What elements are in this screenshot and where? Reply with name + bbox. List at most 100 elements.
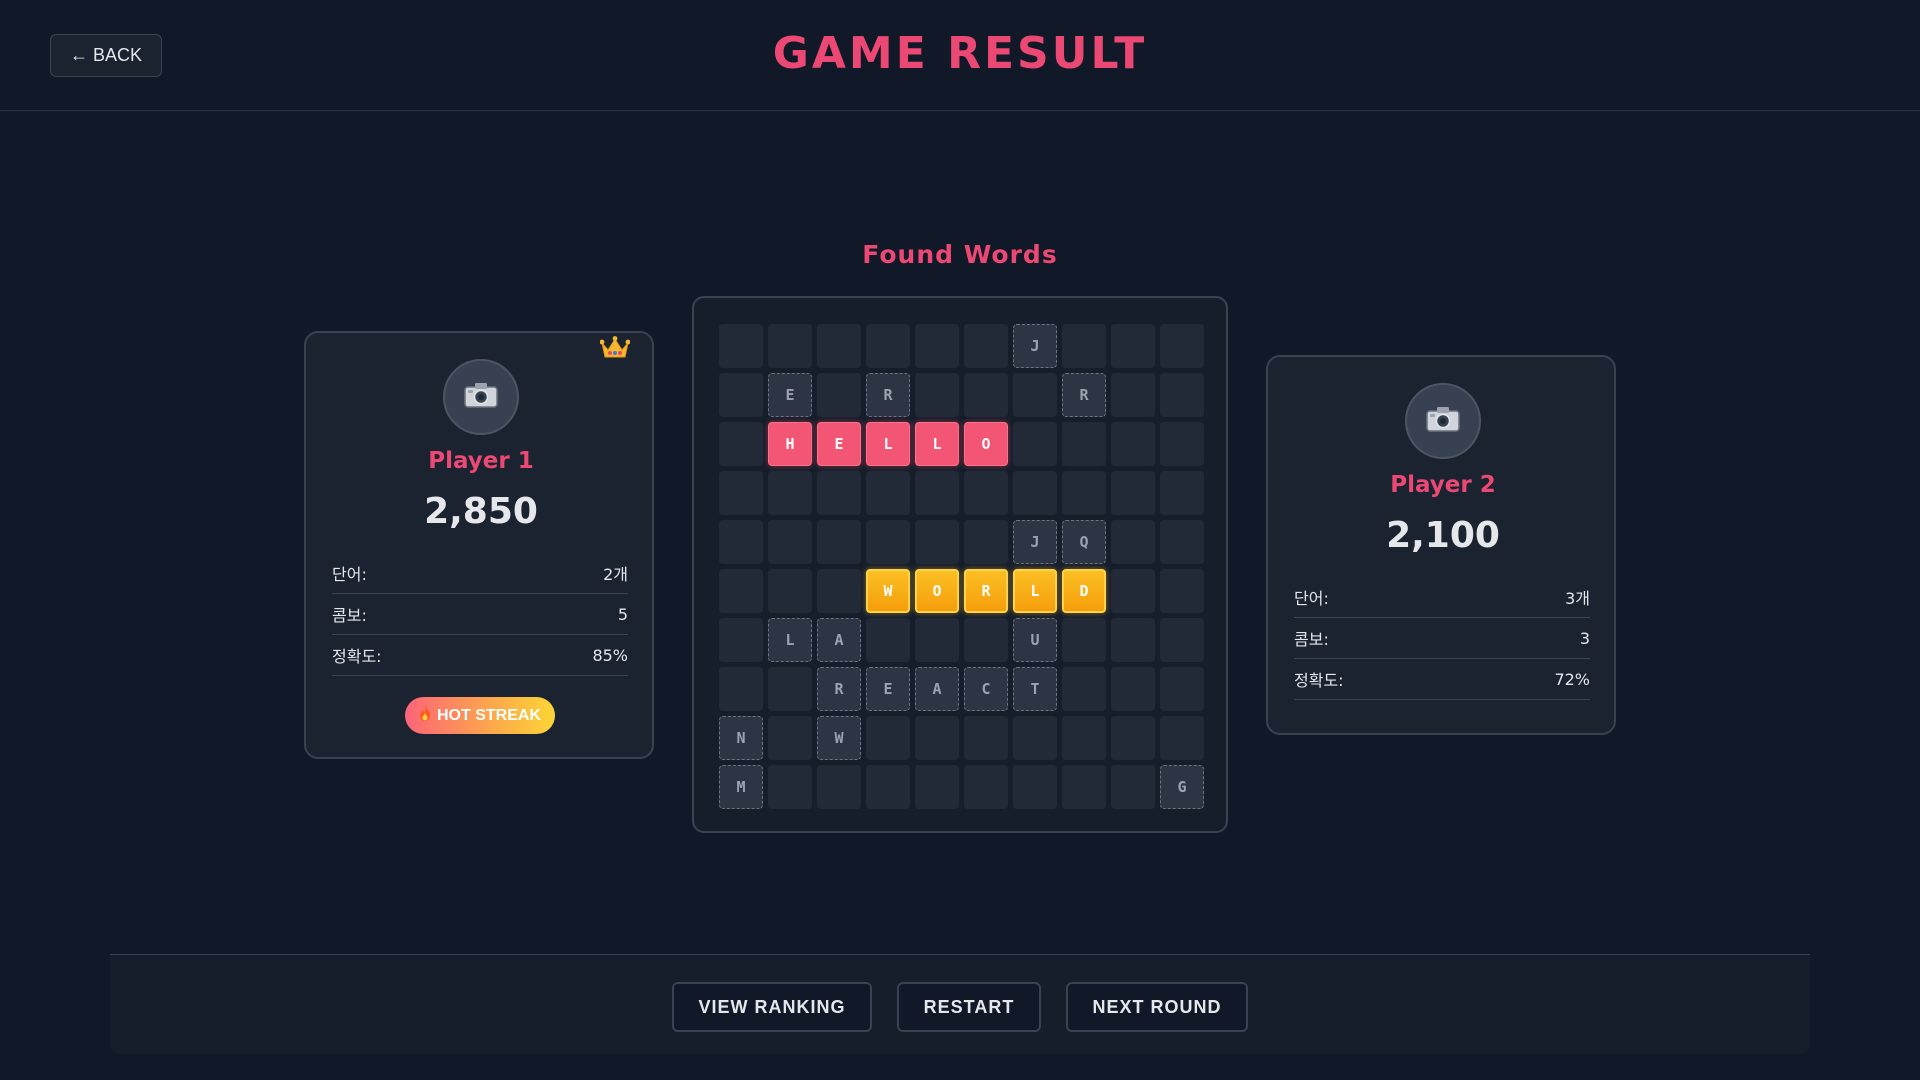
grid-cell-letter[interactable]: L: [768, 618, 812, 662]
restart-button[interactable]: RESTART: [897, 982, 1041, 1032]
grid-cell-letter[interactable]: U: [1013, 618, 1057, 662]
grid-cell-empty[interactable]: [915, 716, 959, 760]
next-round-button[interactable]: NEXT ROUND: [1066, 982, 1248, 1032]
grid-cell-empty[interactable]: [1013, 373, 1057, 417]
grid-cell-empty[interactable]: [768, 324, 812, 368]
grid-cell-found-letter[interactable]: R: [964, 569, 1008, 613]
grid-cell-letter[interactable]: M: [719, 765, 763, 809]
grid-cell-letter[interactable]: R: [817, 667, 861, 711]
grid-cell-empty[interactable]: [964, 324, 1008, 368]
grid-cell-empty[interactable]: [768, 716, 812, 760]
grid-cell-empty[interactable]: [915, 373, 959, 417]
grid-cell-letter[interactable]: T: [1013, 667, 1057, 711]
grid-cell-empty[interactable]: [817, 324, 861, 368]
grid-cell-empty[interactable]: [1062, 471, 1106, 515]
grid-cell-empty[interactable]: [964, 520, 1008, 564]
grid-cell-empty[interactable]: [719, 667, 763, 711]
grid-cell-empty[interactable]: [719, 324, 763, 368]
grid-cell-empty[interactable]: [915, 765, 959, 809]
grid-cell-empty[interactable]: [1062, 324, 1106, 368]
grid-cell-empty[interactable]: [1160, 667, 1204, 711]
grid-cell-empty[interactable]: [1160, 618, 1204, 662]
grid-cell-letter[interactable]: A: [915, 667, 959, 711]
grid-cell-empty[interactable]: [866, 716, 910, 760]
grid-cell-empty[interactable]: [1111, 520, 1155, 564]
grid-cell-letter[interactable]: J: [1013, 520, 1057, 564]
grid-cell-empty[interactable]: [964, 765, 1008, 809]
grid-cell-empty[interactable]: [1062, 716, 1106, 760]
grid-cell-empty[interactable]: [866, 520, 910, 564]
grid-cell-empty[interactable]: [1062, 618, 1106, 662]
grid-cell-empty[interactable]: [768, 520, 812, 564]
grid-cell-empty[interactable]: [768, 569, 812, 613]
grid-cell-found-letter[interactable]: H: [768, 422, 812, 466]
grid-cell-empty[interactable]: [1062, 667, 1106, 711]
grid-cell-empty[interactable]: [1013, 716, 1057, 760]
grid-cell-letter[interactable]: G: [1160, 765, 1204, 809]
grid-cell-empty[interactable]: [1111, 471, 1155, 515]
grid-cell-empty[interactable]: [817, 471, 861, 515]
grid-cell-letter[interactable]: E: [866, 667, 910, 711]
grid-cell-empty[interactable]: [1160, 324, 1204, 368]
grid-cell-empty[interactable]: [1111, 373, 1155, 417]
grid-cell-found-letter[interactable]: O: [915, 569, 959, 613]
grid-cell-empty[interactable]: [1111, 569, 1155, 613]
grid-cell-empty[interactable]: [719, 569, 763, 613]
grid-cell-empty[interactable]: [1111, 765, 1155, 809]
grid-cell-empty[interactable]: [817, 765, 861, 809]
grid-cell-empty[interactable]: [1160, 569, 1204, 613]
grid-cell-empty[interactable]: [964, 373, 1008, 417]
grid-cell-empty[interactable]: [817, 373, 861, 417]
grid-cell-empty[interactable]: [1111, 716, 1155, 760]
grid-cell-empty[interactable]: [915, 520, 959, 564]
grid-cell-found-letter[interactable]: L: [1013, 569, 1057, 613]
grid-cell-empty[interactable]: [719, 471, 763, 515]
grid-cell-empty[interactable]: [915, 618, 959, 662]
grid-cell-empty[interactable]: [866, 471, 910, 515]
grid-cell-empty[interactable]: [1111, 324, 1155, 368]
grid-cell-found-letter[interactable]: D: [1062, 569, 1106, 613]
grid-cell-empty[interactable]: [817, 569, 861, 613]
grid-cell-letter[interactable]: A: [817, 618, 861, 662]
grid-cell-empty[interactable]: [1160, 520, 1204, 564]
grid-cell-letter[interactable]: C: [964, 667, 1008, 711]
grid-cell-letter[interactable]: N: [719, 716, 763, 760]
grid-cell-empty[interactable]: [964, 618, 1008, 662]
grid-cell-empty[interactable]: [1111, 618, 1155, 662]
grid-cell-letter[interactable]: W: [817, 716, 861, 760]
grid-cell-empty[interactable]: [1013, 471, 1057, 515]
grid-cell-empty[interactable]: [964, 716, 1008, 760]
grid-cell-letter[interactable]: J: [1013, 324, 1057, 368]
grid-cell-empty[interactable]: [1160, 422, 1204, 466]
grid-cell-empty[interactable]: [1013, 765, 1057, 809]
grid-cell-empty[interactable]: [1160, 471, 1204, 515]
grid-cell-letter[interactable]: R: [866, 373, 910, 417]
grid-cell-empty[interactable]: [768, 765, 812, 809]
grid-cell-empty[interactable]: [1013, 422, 1057, 466]
grid-cell-empty[interactable]: [1160, 716, 1204, 760]
view-ranking-button[interactable]: VIEW RANKING: [672, 982, 872, 1032]
grid-cell-empty[interactable]: [915, 471, 959, 515]
grid-cell-empty[interactable]: [1111, 667, 1155, 711]
grid-cell-empty[interactable]: [866, 765, 910, 809]
grid-cell-empty[interactable]: [1160, 373, 1204, 417]
grid-cell-empty[interactable]: [866, 618, 910, 662]
grid-cell-empty[interactable]: [719, 422, 763, 466]
grid-cell-empty[interactable]: [768, 471, 812, 515]
grid-cell-empty[interactable]: [719, 618, 763, 662]
grid-cell-found-letter[interactable]: O: [964, 422, 1008, 466]
grid-cell-found-letter[interactable]: L: [915, 422, 959, 466]
grid-cell-empty[interactable]: [915, 324, 959, 368]
grid-cell-letter[interactable]: Q: [1062, 520, 1106, 564]
grid-cell-empty[interactable]: [1062, 765, 1106, 809]
grid-cell-empty[interactable]: [719, 520, 763, 564]
grid-cell-empty[interactable]: [1062, 422, 1106, 466]
grid-cell-empty[interactable]: [964, 471, 1008, 515]
grid-cell-found-letter[interactable]: L: [866, 422, 910, 466]
grid-cell-empty[interactable]: [1111, 422, 1155, 466]
grid-cell-found-letter[interactable]: E: [817, 422, 861, 466]
grid-cell-empty[interactable]: [817, 520, 861, 564]
grid-cell-found-letter[interactable]: W: [866, 569, 910, 613]
grid-cell-letter[interactable]: E: [768, 373, 812, 417]
grid-cell-letter[interactable]: R: [1062, 373, 1106, 417]
